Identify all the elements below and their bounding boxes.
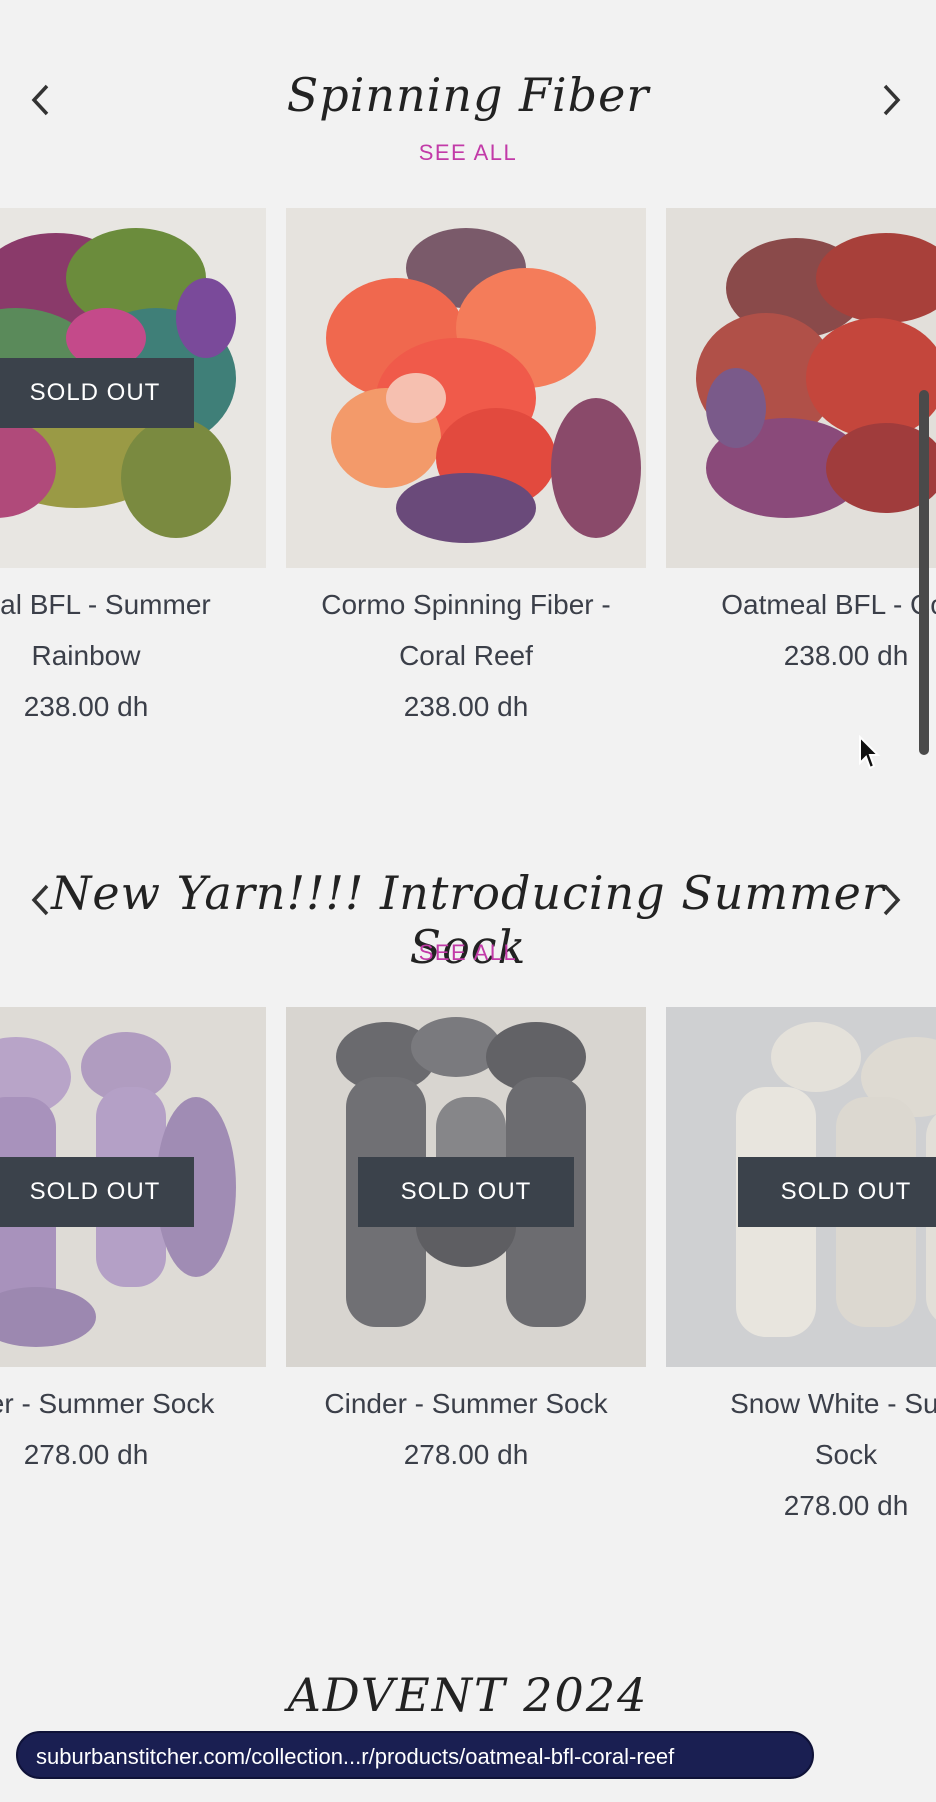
sold-out-badge: SOLD OUT [738,1157,936,1227]
page: Spinning Fiber SEE ALL SOLD OUT meal BFL… [0,0,936,1802]
product-name[interactable]: Rainbow [0,630,266,681]
product-price: 278.00 dh [783,1490,909,1521]
product-price: 238.00 dh [23,691,149,722]
product-name[interactable]: Oatmeal BFL - Cora [666,579,936,630]
spinning-section-title: Spinning Fiber [286,68,650,122]
product-name[interactable]: Coral Reef [286,630,646,681]
sold-out-badge: SOLD OUT [0,1157,194,1227]
product-price: 238.00 dh [403,691,529,722]
status-bar-url: suburbanstitcher.com/collection...r/prod… [16,1731,814,1779]
product-name[interactable]: Cormo Spinning Fiber - [286,579,646,630]
summer-sock-next-button[interactable] [872,880,912,920]
product-name[interactable]: Snow White - Sum [666,1378,936,1429]
product-name[interactable]: Cinder - Summer Sock [286,1378,646,1429]
product-image-oatmeal-coral[interactable] [666,208,936,568]
advent-section-title: ADVENT 2024 [287,1668,649,1722]
product-name[interactable]: Sock [666,1429,936,1480]
mouse-pointer-icon [858,734,882,776]
chevron-right-icon [883,884,901,916]
product-price: 238.00 dh [783,640,909,671]
spinning-see-all-link[interactable]: SEE ALL [0,140,936,166]
product-price: 278.00 dh [403,1439,529,1470]
spinning-next-button[interactable] [872,80,912,120]
sold-out-badge: SOLD OUT [358,1157,574,1227]
sold-out-badge: SOLD OUT [0,358,194,428]
chevron-right-icon [883,84,901,116]
product-image-coral-reef[interactable] [286,208,646,568]
scrollbar-thumb[interactable] [919,390,929,755]
summer-sock-see-all-link[interactable]: SEE ALL [0,940,936,966]
product-name[interactable]: meal BFL - Summer [0,579,266,630]
product-price: 278.00 dh [23,1439,149,1470]
product-name[interactable]: nder - Summer Sock [0,1378,266,1429]
